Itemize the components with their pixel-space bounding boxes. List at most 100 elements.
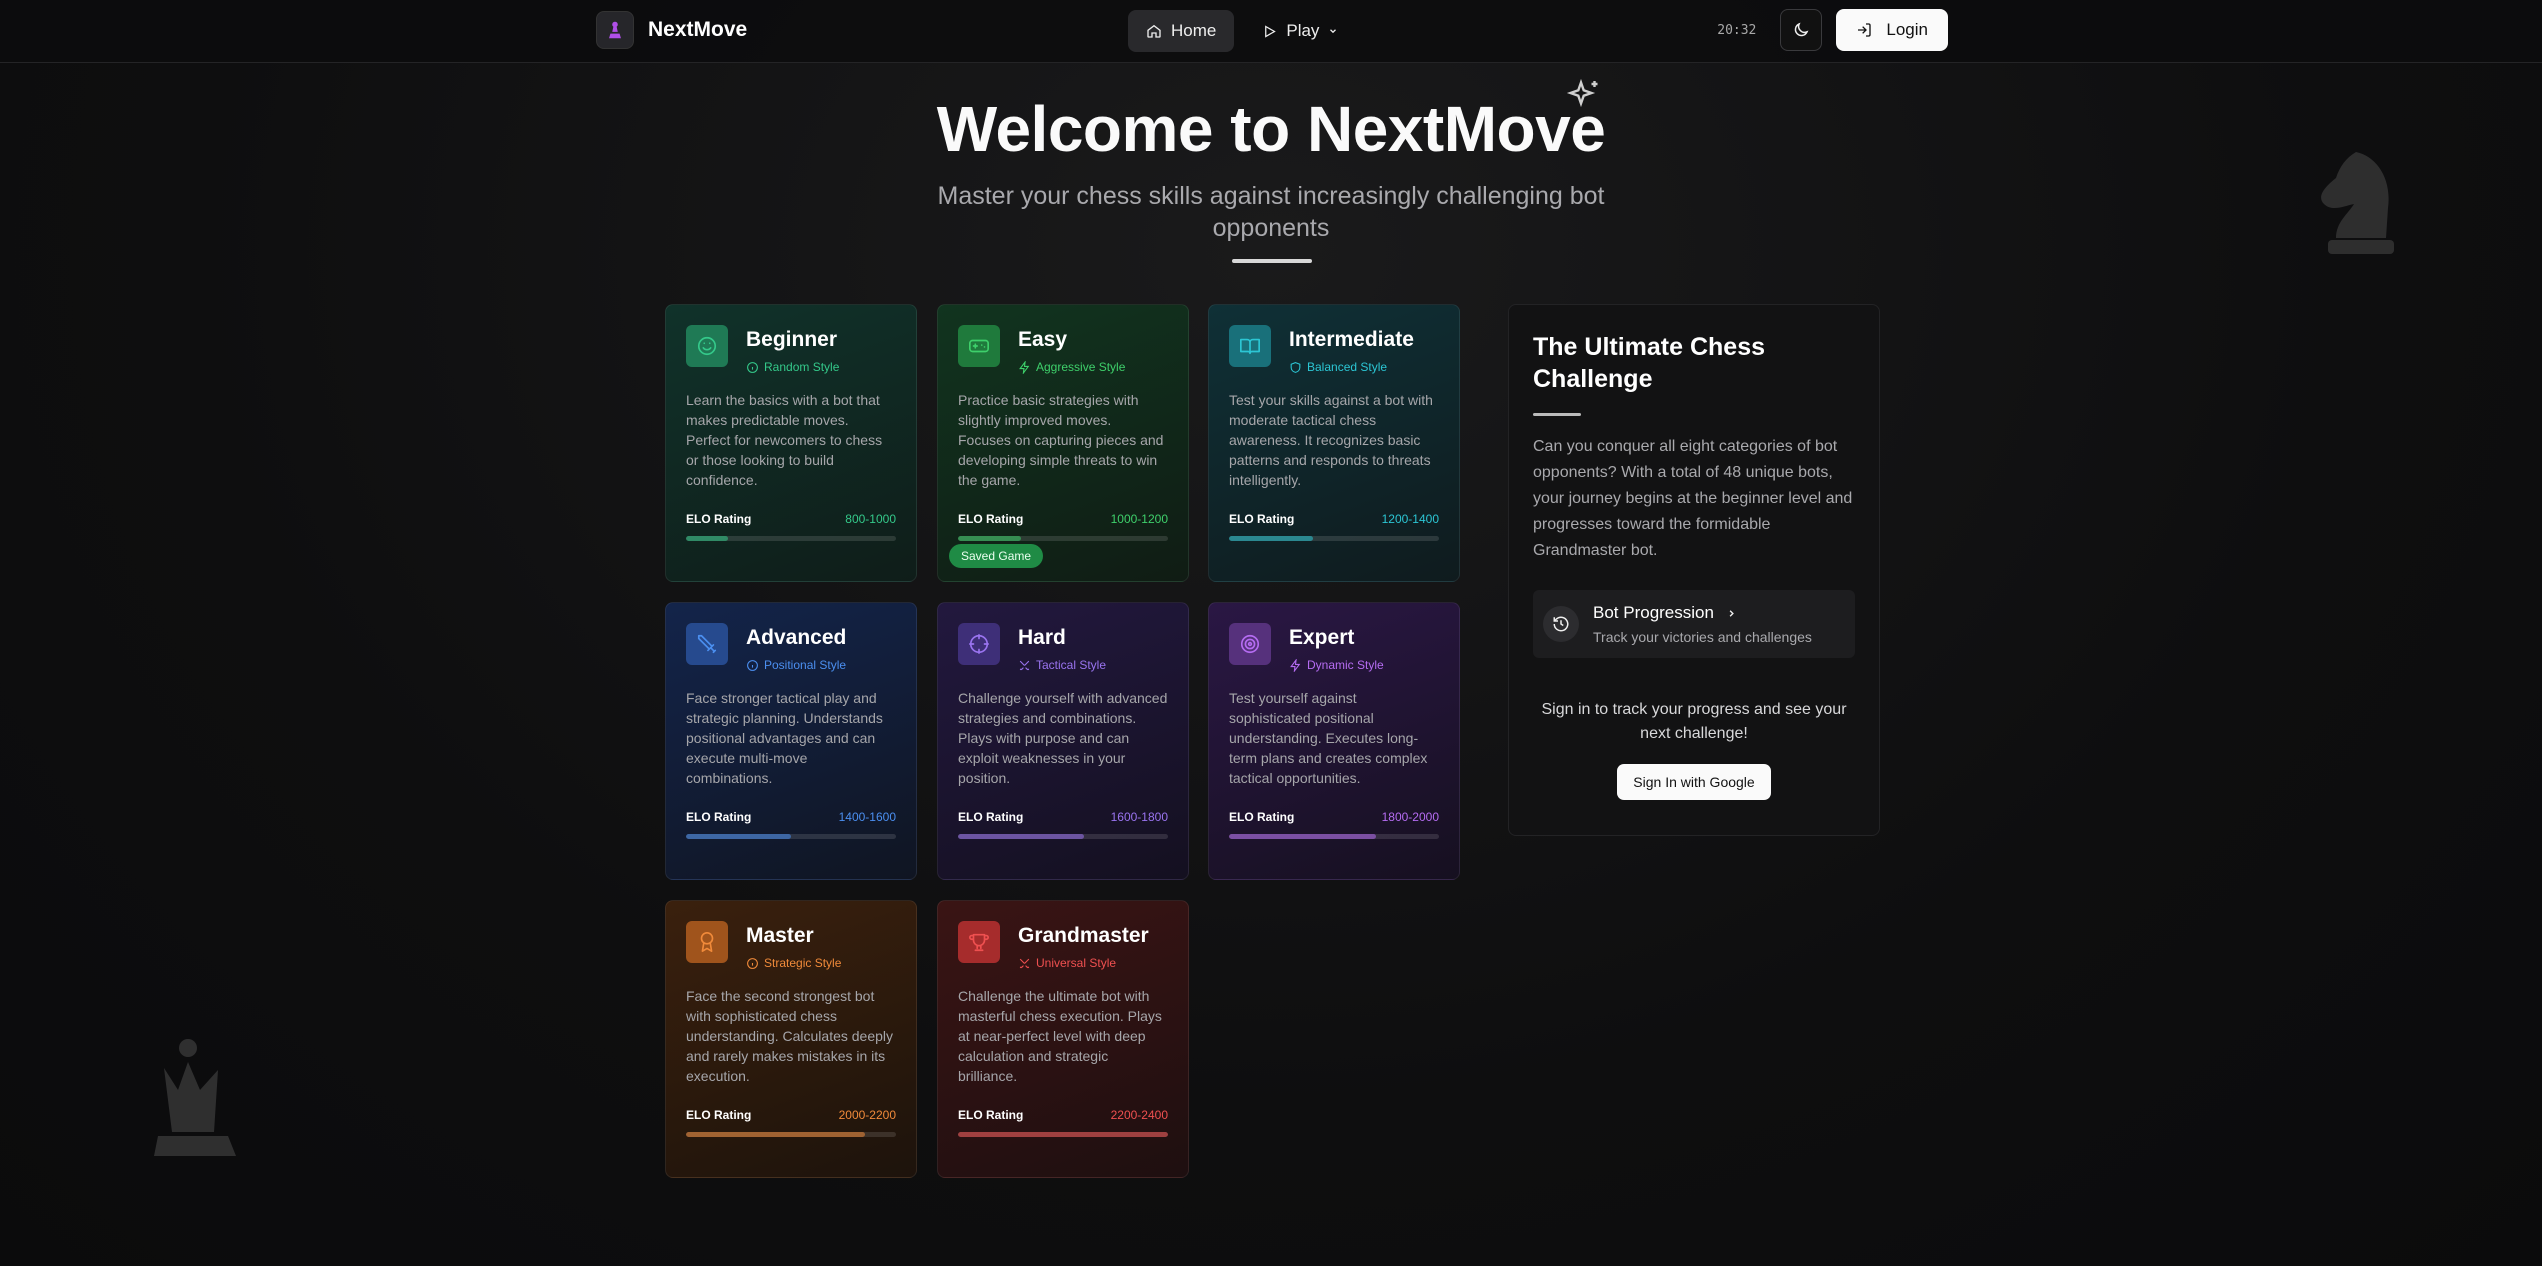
elo-progress-fill [1229,536,1313,541]
bot-style: Balanced Style [1307,360,1388,374]
brand[interactable]: NextMove [596,11,747,49]
elo-label: ELO Rating [1229,512,1295,526]
bot-card-intermediate[interactable]: Intermediate Balanced Style Test your sk… [1208,304,1460,582]
elo-range: 1000-1200 [1110,512,1168,526]
smile-icon [686,325,728,367]
bot-description: Challenge yourself with advanced strateg… [958,690,1168,786]
zap-icon [1019,360,1030,374]
bot-progression-subtitle: Track your victories and challenges [1593,629,1812,645]
info-icon [747,957,758,969]
award-icon [686,921,728,963]
bot-style: Tactical Style [1036,658,1107,672]
chess-pawn-logo-icon [596,11,634,49]
info-icon [747,361,758,373]
bot-name: Intermediate [1289,328,1414,351]
bot-description: Test your skills against a bot with mode… [1229,392,1433,488]
login-icon [1858,23,1872,37]
elo-label: ELO Rating [958,512,1024,526]
nav-home-button[interactable]: Home [1128,10,1235,52]
brand-name: NextMove [648,18,748,41]
elo-range: 2200-2400 [1110,1108,1168,1122]
panel-divider [1533,413,1581,416]
gamepad-icon [958,325,1000,367]
elo-range: 1600-1800 [1110,810,1168,824]
bot-name: Beginner [746,328,838,351]
bot-description: Test yourself against sophisticated posi… [1229,690,1428,786]
elo-progress-fill [686,834,791,839]
bot-name: Expert [1289,626,1355,649]
bot-card-expert[interactable]: Expert Dynamic Style Test yourself again… [1208,602,1460,880]
bot-description: Face the second strongest bot with sophi… [686,988,894,1084]
login-button[interactable]: Login [1836,9,1948,51]
elo-progress-bar [1229,834,1439,839]
clock-display: 20:32 [1717,22,1757,38]
home-icon [1147,24,1161,38]
bot-description: Practice basic strategies with slightly … [958,392,1164,488]
moon-icon [1795,22,1809,37]
theme-toggle-button[interactable] [1780,9,1823,51]
elo-label: ELO Rating [958,1108,1024,1122]
panel-title: The Ultimate Chess Challenge [1533,333,1766,393]
bot-card-easy[interactable]: Easy Aggressive Style Practice basic str… [937,304,1189,582]
target-icon [1229,623,1271,665]
bot-card-master[interactable]: Master Strategic Style Face the second s… [665,900,917,1178]
bot-style: Universal Style [1036,956,1117,970]
hero-subtitle: Master your chess skills against increas… [937,182,1605,242]
sword-icon [686,623,728,665]
elo-progress-bar [686,536,896,541]
elo-progress-fill [686,1132,865,1137]
elo-progress-bar [686,1132,896,1137]
book-icon [1229,325,1271,367]
saved-game-badge[interactable]: Saved Game [949,544,1044,568]
bot-progression-title: Bot Progression [1593,603,1714,622]
shield-icon [1290,361,1301,373]
sparkle-icon [1566,78,1598,108]
elo-label: ELO Rating [1229,810,1295,824]
panel-description: Can you conquer all eight categories of … [1533,438,1853,559]
bot-card-grandmaster[interactable]: Grandmaster Universal Style Challenge th… [937,900,1189,1178]
elo-range: 2000-2200 [838,1108,896,1122]
bot-card-hard[interactable]: Hard Tactical Style Challenge yourself w… [937,602,1189,880]
queen-decoration-icon [154,1039,236,1156]
bot-card-beginner[interactable]: Beginner Random Style Learn the basics w… [665,304,917,582]
bot-name: Advanced [746,626,847,649]
elo-progress-fill [958,536,1021,541]
google-signin-button[interactable]: Sign In with Google [1617,764,1771,800]
elo-progress-fill [958,1132,1168,1137]
hero-title: Welcome to NextMove [936,93,1606,165]
elo-progress-bar [958,1132,1168,1137]
play-icon [1265,24,1277,38]
hero-divider [1232,259,1312,263]
bot-progression-link[interactable]: Bot Progression Track your victories and… [1533,590,1855,658]
bot-description: Face stronger tactical play and strategi… [686,690,883,786]
signin-prompt: Sign in to track your progress and see y… [1541,701,1847,742]
bot-style: Dynamic Style [1307,658,1384,672]
elo-progress-bar [1229,536,1439,541]
bot-name: Grandmaster [1018,924,1149,947]
bot-description: Learn the basics with a bot that makes p… [686,392,883,488]
bot-name: Hard [1018,626,1066,649]
bot-name: Easy [1018,328,1068,351]
nav-play-dropdown[interactable]: Play [1244,10,1356,52]
trophy-icon [958,921,1000,963]
elo-progress-bar [958,536,1168,541]
top-navbar: NextMove Home Play 20:32 Login [0,0,2542,63]
elo-progress-fill [958,834,1084,839]
elo-progress-fill [1229,834,1376,839]
bot-style: Positional Style [764,658,847,672]
bot-card-advanced[interactable]: Advanced Positional Style Face stronger … [665,602,917,880]
elo-progress-fill [686,536,728,541]
knight-decoration-icon [2321,152,2394,254]
elo-range: 1200-1400 [1381,512,1439,526]
challenge-panel: The Ultimate Chess Challenge Can you con… [1508,304,1880,836]
elo-label: ELO Rating [958,810,1024,824]
elo-label: ELO Rating [686,1108,752,1122]
elo-label: ELO Rating [686,810,752,824]
bot-style: Random Style [764,360,840,374]
zap-icon [1290,658,1301,672]
bot-style: Strategic Style [764,956,842,970]
chevron-down-icon [1330,29,1337,34]
bot-name: Master [746,924,814,947]
bot-description: Challenge the ultimate bot with masterfu… [958,988,1162,1084]
elo-progress-bar [686,834,896,839]
